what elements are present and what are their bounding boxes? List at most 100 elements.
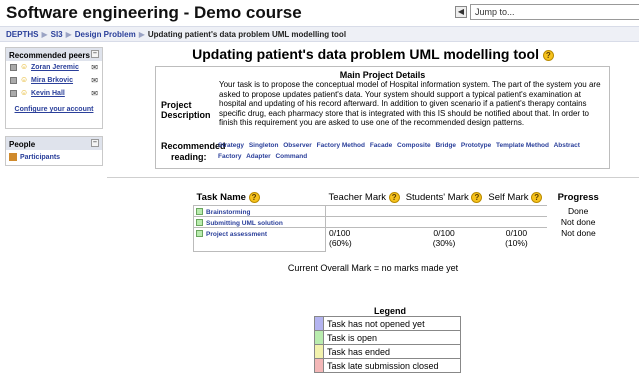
legend-row: Task late submission closed <box>314 358 461 373</box>
students-mark-cell <box>402 205 486 217</box>
page-title: Updating patient's data problem UML mode… <box>107 46 639 62</box>
table-row: Submitting UML solution Not done <box>193 216 610 229</box>
column-header-progress: Progress <box>557 192 599 204</box>
project-details-box: Main Project Details Project Description… <box>155 66 610 169</box>
participants-link[interactable]: Participants <box>20 154 60 161</box>
teacher-mark-cell <box>325 205 403 217</box>
back-arrow-icon[interactable]: ◀ <box>455 6 467 18</box>
help-icon[interactable]: ? <box>248 192 260 203</box>
participants-item[interactable]: Participants <box>6 150 102 164</box>
table-row: Project assessment 0/100 (60%) 0/100 (30%)… <box>193 227 610 253</box>
self-mark-cell <box>485 216 548 228</box>
pattern-link[interactable]: Command <box>275 153 307 160</box>
legend-swatch <box>314 330 324 345</box>
jump-to-select[interactable]: Jump to... <box>470 4 639 20</box>
divider <box>107 177 639 178</box>
project-description: Your task is to propose the conceptual m… <box>219 80 601 127</box>
pattern-link[interactable]: Template Method <box>496 142 549 149</box>
status-swatch <box>196 208 203 216</box>
message-icon[interactable]: ✉ <box>91 63 98 72</box>
help-icon[interactable]: ? <box>471 192 483 203</box>
people-icon <box>9 153 17 161</box>
block-header: Recommended peers – <box>6 48 102 61</box>
details-title: Main Project Details <box>339 70 426 80</box>
pattern-link[interactable]: Bridge <box>435 142 456 149</box>
smiley-icon: ☺ <box>20 75 29 84</box>
pattern-links: Strategy Singleton Observer Factory Meth… <box>218 140 608 162</box>
user-picture-icon <box>10 64 17 71</box>
column-header-label: Students' Mark <box>405 192 469 204</box>
reading-label: reading: <box>171 152 207 162</box>
mark-weight: (60%) <box>329 238 352 249</box>
configure-account-link[interactable]: Configure your account <box>6 106 102 113</box>
user-picture-icon <box>10 90 17 97</box>
legend-label: Task late submission closed <box>323 358 461 373</box>
breadcrumb-separator-icon: ▶ <box>41 30 48 39</box>
peer-name-link[interactable]: Zoran Jeremic <box>31 64 79 71</box>
recommended-label: Recommended <box>161 141 226 151</box>
legend-table: Task has not opened yet Task is open Tas… <box>314 316 461 373</box>
task-name-cell: Submitting UML solution <box>193 216 326 229</box>
legend-label: Task has not opened yet <box>323 316 461 331</box>
block-title: People <box>9 140 36 149</box>
block-title: Recommended peers <box>9 51 90 60</box>
progress-cell: Done <box>568 205 589 216</box>
pattern-link[interactable]: Composite <box>397 142 431 149</box>
minimize-icon[interactable]: – <box>91 50 99 58</box>
students-mark-cell: 0/100 (30%) <box>402 227 486 252</box>
mark-value: 0/100 <box>505 228 528 239</box>
message-icon[interactable]: ✉ <box>91 76 98 85</box>
legend-swatch <box>314 344 324 359</box>
breadcrumb-current: Updating patient's data problem UML mode… <box>147 30 347 39</box>
mark-value: 0/100 <box>433 228 455 239</box>
task-name-cell: Brainstorming <box>193 205 326 218</box>
pattern-link[interactable]: Facade <box>370 142 392 149</box>
self-mark-cell <box>485 205 548 217</box>
pattern-link[interactable]: Adapter <box>246 153 271 160</box>
breadcrumb-item-si3[interactable]: SI3 <box>51 30 63 39</box>
help-icon[interactable]: ? <box>542 49 554 61</box>
smiley-icon: ☺ <box>20 88 29 97</box>
tasks-table: Task Name ? Teacher Mark ? Students' Mar… <box>193 190 610 253</box>
project-label: Project <box>161 100 192 110</box>
legend-swatch <box>314 316 324 331</box>
breadcrumb-item-design-problem[interactable]: Design Problem <box>75 30 136 39</box>
task-link[interactable]: Project assessment <box>206 231 267 238</box>
peer-name-link[interactable]: Mira Brkovic <box>31 77 73 84</box>
pattern-link[interactable]: Prototype <box>461 142 491 149</box>
pattern-link[interactable]: Strategy <box>218 142 244 149</box>
message-icon[interactable]: ✉ <box>91 89 98 98</box>
self-mark-cell: 0/100 (10%) <box>485 227 548 252</box>
progress-cell: Not done <box>560 216 596 227</box>
students-mark-cell <box>402 216 486 228</box>
status-swatch <box>196 230 203 238</box>
site-title: Software engineering - Demo course <box>6 3 302 22</box>
legend-row: Task is open <box>314 330 461 345</box>
pattern-link[interactable]: Observer <box>283 142 312 149</box>
legend-title: Legend <box>373 306 406 316</box>
minimize-icon[interactable]: – <box>91 139 99 147</box>
legend-label: Task is open <box>323 330 461 345</box>
column-header-label: Task Name <box>196 192 246 204</box>
help-icon[interactable]: ? <box>388 192 400 203</box>
pattern-link[interactable]: Factory Method <box>317 142 365 149</box>
legend-label: Task has ended <box>323 344 461 359</box>
peer-name-link[interactable]: Kevin Hall <box>31 90 65 97</box>
pattern-link[interactable]: Singleton <box>249 142 279 149</box>
help-icon[interactable]: ? <box>531 192 543 203</box>
block-header: People – <box>6 137 102 150</box>
task-link[interactable]: Brainstorming <box>206 209 250 216</box>
legend-row: Task has ended <box>314 344 461 359</box>
legend-swatch <box>314 358 324 373</box>
column-header-students: Students' Mark ? <box>403 190 486 206</box>
table-row: Brainstorming Done <box>193 205 610 218</box>
task-link[interactable]: Submitting UML solution <box>206 220 283 227</box>
teacher-mark-cell <box>325 216 403 228</box>
recommended-peers-block: Recommended peers – ☺ Zoran Jeremic ✉ ☺ … <box>5 47 103 129</box>
breadcrumb-item-depths[interactable]: DEPTHS <box>6 30 38 39</box>
smiley-icon: ☺ <box>20 62 29 71</box>
peer-item: ☺ Mira Brkovic ✉ <box>6 76 102 87</box>
peer-item: ☺ Kevin Hall ✉ <box>6 89 102 100</box>
status-swatch <box>196 219 203 227</box>
column-header-self: Self Mark ? <box>485 190 547 206</box>
